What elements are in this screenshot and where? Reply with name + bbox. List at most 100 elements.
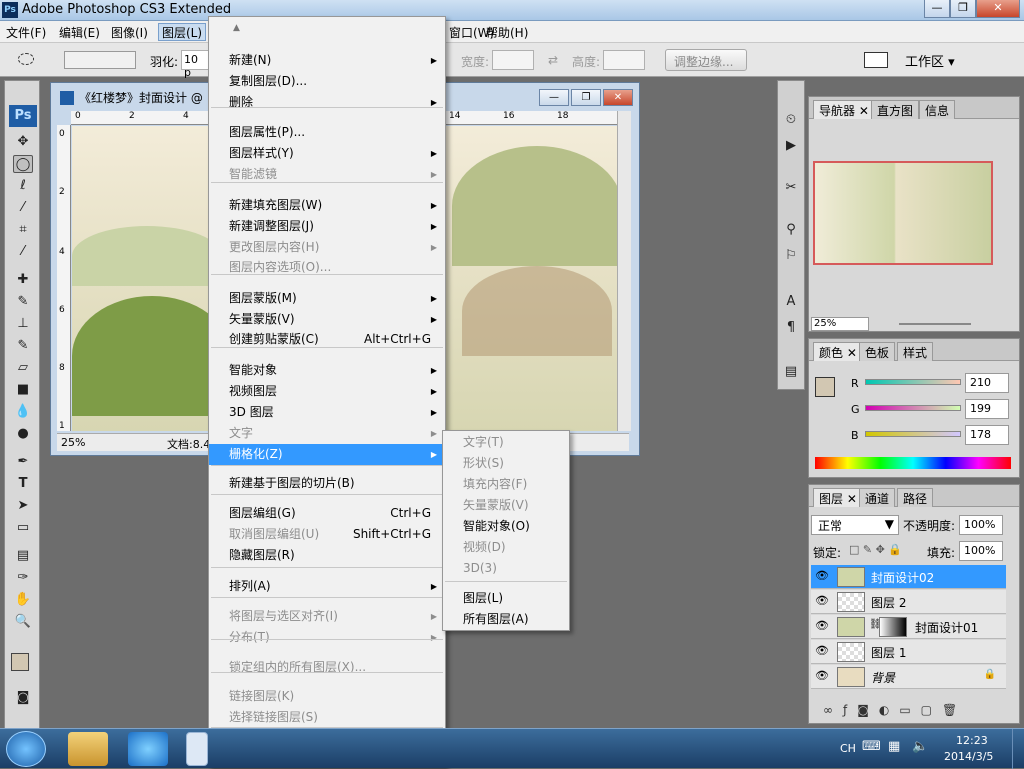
layer-actions-bar[interactable]: ∞ƒ◙◐▭▢🗑 bbox=[823, 703, 967, 717]
eye-icon[interactable]: 👁 bbox=[815, 569, 829, 582]
layer-menu-item[interactable]: 新建填充图层(W) ▶ bbox=[209, 195, 445, 216]
tab-info[interactable]: 信息 bbox=[919, 100, 956, 119]
layer-menu-item[interactable]: 新建基于图层的切片(B) bbox=[209, 473, 445, 494]
navigator-preview[interactable] bbox=[813, 161, 993, 265]
dodge-tool-icon[interactable]: ● bbox=[13, 425, 33, 443]
tab-histogram[interactable]: 直方图 bbox=[871, 100, 920, 119]
pen-tool-icon[interactable]: ✒ bbox=[13, 453, 33, 471]
rasterize-menu-item[interactable]: 图层(L) bbox=[443, 588, 569, 609]
restore-button[interactable]: ❐ bbox=[950, 0, 976, 18]
path-select-icon[interactable]: ➤ bbox=[13, 497, 33, 515]
doc-close-button[interactable]: ✕ bbox=[603, 89, 633, 106]
layer-row[interactable]: 👁 图层 1 bbox=[811, 640, 1006, 664]
lasso-tool-icon[interactable]: ℓ bbox=[13, 177, 33, 195]
b-value-input[interactable]: 178 bbox=[965, 425, 1009, 445]
vertical-scrollbar[interactable] bbox=[617, 111, 631, 431]
layer-menu-item[interactable]: 新建调整图层(J) ▶ bbox=[209, 216, 445, 237]
clock-date[interactable]: 2014/3/5 bbox=[944, 750, 993, 763]
clone-source-icon[interactable]: ⚐ bbox=[781, 247, 801, 265]
eraser-tool-icon[interactable]: ▱ bbox=[13, 359, 33, 377]
history-brush-icon[interactable]: ✎ bbox=[13, 337, 33, 355]
tab-channels[interactable]: 通道 bbox=[859, 488, 896, 507]
layer-row[interactable]: 👁 图层 2 bbox=[811, 590, 1006, 614]
move-tool-icon[interactable]: ✥ bbox=[13, 133, 33, 151]
paragraph-icon[interactable]: ¶ bbox=[781, 319, 801, 337]
foreground-color-swatch[interactable] bbox=[11, 653, 29, 671]
network-icon[interactable]: ▦ bbox=[888, 739, 900, 754]
g-value-input[interactable]: 199 bbox=[965, 399, 1009, 419]
g-slider[interactable] bbox=[865, 405, 961, 411]
layer-row[interactable]: 👁 封面设计02 bbox=[811, 565, 1006, 589]
quick-mask-icon[interactable]: ◙ bbox=[13, 689, 33, 707]
width-input[interactable] bbox=[492, 50, 534, 70]
tab-swatches[interactable]: 色板 bbox=[859, 342, 896, 361]
volume-icon[interactable]: 🔈 bbox=[912, 739, 928, 754]
document-size[interactable]: 文档:8.4 bbox=[167, 436, 210, 452]
ie-icon[interactable] bbox=[128, 732, 168, 766]
r-slider[interactable] bbox=[865, 379, 961, 385]
clone-stamp-icon[interactable]: ⊥ bbox=[13, 315, 33, 333]
selection-mode-buttons[interactable] bbox=[64, 51, 136, 69]
layer-menu-item[interactable]: 栅格化(Z) ▶ bbox=[209, 444, 445, 465]
doc-minimize-button[interactable]: — bbox=[539, 89, 569, 106]
foreground-color-swatch[interactable] bbox=[815, 377, 835, 397]
tab-navigator[interactable]: 导航器 ✕ bbox=[813, 100, 875, 119]
eye-icon[interactable]: 👁 bbox=[815, 644, 829, 657]
lock-icons[interactable]: □ ✎ ✥ 🔒 bbox=[849, 543, 902, 556]
navigator-zoom-input[interactable]: 25% bbox=[811, 317, 869, 331]
show-desktop-button[interactable] bbox=[1012, 729, 1024, 769]
layer-menu-item[interactable]: 隐藏图层(R) bbox=[209, 545, 445, 566]
layer-menu-item[interactable]: 图层属性(P)... bbox=[209, 122, 445, 143]
bridge-icon[interactable] bbox=[864, 52, 888, 68]
minimize-button[interactable]: — bbox=[924, 0, 950, 18]
zoom-tool-icon[interactable]: 🔍 bbox=[13, 613, 33, 631]
close-button[interactable]: ✕ bbox=[976, 0, 1020, 18]
type-tool-icon[interactable]: T bbox=[13, 475, 33, 493]
refine-edge-button[interactable]: 调整边缘... bbox=[665, 49, 747, 71]
tab-color[interactable]: 颜色 ✕ bbox=[813, 342, 863, 361]
gradient-tool-icon[interactable]: ■ bbox=[13, 381, 33, 399]
layer-row[interactable]: 👁 背景 🔒 bbox=[811, 665, 1006, 689]
blur-tool-icon[interactable]: 💧 bbox=[13, 403, 33, 421]
layer-comps-icon[interactable]: ▤ bbox=[781, 363, 801, 381]
eye-icon[interactable]: 👁 bbox=[815, 619, 829, 632]
language-indicator[interactable]: CH bbox=[840, 742, 856, 755]
swap-icon[interactable]: ⇄ bbox=[548, 53, 558, 67]
ellipse-marquee-icon[interactable] bbox=[18, 53, 34, 65]
scroll-up-icon[interactable]: ▲ bbox=[233, 23, 240, 33]
ellipse-marquee-tool-icon[interactable]: ◯ bbox=[13, 155, 33, 173]
explorer-icon[interactable] bbox=[68, 732, 108, 766]
fill-input[interactable]: 100% bbox=[959, 541, 1003, 561]
rasterize-menu-item[interactable]: 智能对象(O) bbox=[443, 516, 569, 537]
height-input[interactable] bbox=[603, 50, 645, 70]
menu-image[interactable]: 图像(I) bbox=[111, 24, 148, 41]
clock-time[interactable]: 12:23 bbox=[956, 734, 988, 747]
menu-file[interactable]: 文件(F) bbox=[6, 24, 46, 41]
opacity-input[interactable]: 100% bbox=[959, 515, 1003, 535]
layer-menu-item[interactable]: 矢量蒙版(V) ▶ bbox=[209, 309, 445, 330]
layer-menu-item[interactable]: 图层样式(Y) ▶ bbox=[209, 143, 445, 164]
actions-icon[interactable]: ▶ bbox=[781, 137, 801, 155]
layer-menu-item[interactable]: 图层编组(G) Ctrl+G bbox=[209, 503, 445, 524]
blend-mode-select[interactable]: 正常 ▼ bbox=[811, 515, 899, 535]
history-icon[interactable]: ⏲ bbox=[781, 111, 801, 129]
eye-icon[interactable]: 👁 bbox=[815, 669, 829, 682]
brushes-icon[interactable]: ⚲ bbox=[781, 221, 801, 239]
photoshop-taskbar-icon[interactable] bbox=[186, 732, 208, 766]
zoom-level[interactable]: 25% bbox=[61, 436, 85, 449]
menu-help[interactable]: 帮助(H) bbox=[486, 24, 528, 41]
character-icon[interactable]: A bbox=[781, 293, 801, 311]
keyboard-icon[interactable]: ⌨ bbox=[862, 739, 881, 754]
menu-layer[interactable]: 图层(L) bbox=[158, 23, 207, 41]
layer-menu-item[interactable]: 复制图层(D)... bbox=[209, 71, 445, 92]
feather-input[interactable]: 10 p bbox=[181, 50, 211, 79]
navigator-zoom-slider[interactable] bbox=[899, 323, 971, 325]
start-button[interactable] bbox=[6, 731, 46, 767]
healing-brush-icon[interactable]: ✚ bbox=[13, 271, 33, 289]
eyedropper-tool-icon[interactable]: ✑ bbox=[13, 569, 33, 587]
layer-row[interactable]: 👁 ⛓ 封面设计01 bbox=[811, 615, 1006, 639]
tab-paths[interactable]: 路径 bbox=[897, 488, 934, 507]
doc-restore-button[interactable]: ❐ bbox=[571, 89, 601, 106]
tool-presets-icon[interactable]: ✂ bbox=[781, 179, 801, 197]
r-value-input[interactable]: 210 bbox=[965, 373, 1009, 393]
